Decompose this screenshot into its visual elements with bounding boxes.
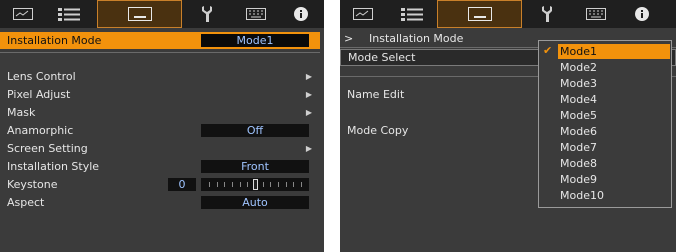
installation-icon [127,7,152,21]
menu-row-label: Mode Select [348,51,416,64]
menu-row-label: Mask [7,106,36,119]
wrench-icon [202,6,212,22]
checkmark-icon: ✔ [543,44,553,57]
dropdown-option-mode3[interactable]: Mode3 [558,76,670,91]
arrow-right-icon: ▶ [305,72,312,81]
picture-icon [352,8,373,20]
dropdown-option-mode4[interactable]: Mode4 [558,92,670,107]
info-icon [635,7,649,21]
slider-tick [232,182,233,187]
menu-row-label: Mode Copy [347,124,409,137]
menu-row-label: Name Edit [347,88,405,101]
arrow-right-icon: ▶ [305,90,312,99]
anamorphic-value: Off [201,124,309,137]
keyboard-icon [586,8,606,20]
arrow-right-icon: ▶ [305,144,312,153]
wrench-icon [542,6,552,22]
slider-tick [247,182,249,187]
tab-picture[interactable] [340,0,385,28]
mode-select-dropdown[interactable]: ✔ Mode1 Mode2 Mode3 Mode4 Mode5 Mode6 Mo… [538,40,672,208]
breadcrumb-title: Installation Mode [369,32,464,45]
installation-mode-value: Mode1 [201,34,309,47]
installation-style-value: Front [201,160,309,173]
menu-row-label: Anamorphic [7,124,74,137]
divider [0,52,320,53]
picture-icon [12,8,33,20]
menu-row-keystone[interactable]: Keystone 0 [0,176,320,193]
arrow-right-icon: ▶ [305,108,312,117]
menu-row-mask[interactable]: Mask ▶ [0,104,320,121]
tab-wrench[interactable] [190,0,226,28]
installation-icon [467,7,492,21]
menu-row-label: Screen Setting [7,142,88,155]
slider-tick [224,182,226,187]
tab-keyboard[interactable] [236,0,276,28]
dropdown-option-mode9[interactable]: Mode9 [558,172,670,187]
slider-tick [301,182,302,187]
slider-thumb[interactable] [253,179,258,190]
keystone-value: 0 [168,178,196,191]
menu-row-label: Installation Mode [7,34,102,47]
menu-row-label: Aspect [7,196,45,209]
tab-settings-list[interactable] [45,0,93,28]
menu-row-label: Pixel Adjust [7,88,71,101]
info-icon [294,7,308,21]
menu-row-pixel-adjust[interactable]: Pixel Adjust ▶ [0,86,320,103]
tab-info[interactable] [622,0,662,28]
menu-row-anamorphic[interactable]: Anamorphic Off [0,122,320,139]
menu-row-label: Lens Control [7,70,76,83]
dropdown-option-mode2[interactable]: Mode2 [558,60,670,75]
keystone-slider[interactable] [201,178,309,191]
keyboard-icon [246,8,266,20]
dropdown-option-mode6[interactable]: Mode6 [558,124,670,139]
tab-settings-list[interactable] [388,0,436,28]
tab-installation[interactable] [97,0,182,28]
left-menu-panel: Installation Mode Mode1 Lens Control ▶ P… [0,0,324,252]
tab-picture[interactable] [0,0,45,28]
settings-list-icon [401,8,423,21]
dropdown-option-mode8[interactable]: Mode8 [558,156,670,171]
dropdown-option-mode7[interactable]: Mode7 [558,140,670,155]
menu-row-screen-setting[interactable]: Screen Setting ▶ [0,140,320,157]
dropdown-option-mode1[interactable]: Mode1 [558,44,670,59]
tab-bar [340,0,676,28]
tab-installation[interactable] [437,0,522,28]
menu-row-aspect[interactable]: Aspect Auto [0,194,320,211]
menu-row-installation-mode[interactable]: Installation Mode Mode1 [0,32,320,49]
tab-keyboard[interactable] [576,0,616,28]
slider-tick [293,182,295,187]
tab-wrench[interactable] [530,0,566,28]
menu-row-installation-style[interactable]: Installation Style Front [0,158,320,175]
slider-tick [270,182,272,187]
menu-row-label: Installation Style [7,160,100,173]
menu-row-label: Keystone [7,178,58,191]
dropdown-option-mode5[interactable]: Mode5 [558,108,670,123]
slider-tick [278,182,279,187]
settings-list-icon [58,8,80,21]
tab-info[interactable] [282,0,320,28]
dropdown-option-mode10[interactable]: Mode10 [558,188,670,203]
aspect-value: Auto [201,196,309,209]
tab-bar [0,0,324,28]
slider-tick [262,182,264,187]
breadcrumb-arrow: > [344,32,354,45]
slider-tick [216,182,218,187]
menu-row-lens-control[interactable]: Lens Control ▶ [0,68,320,85]
slider-tick [285,182,287,187]
slider-tick [239,182,241,187]
slider-tick [209,182,210,187]
